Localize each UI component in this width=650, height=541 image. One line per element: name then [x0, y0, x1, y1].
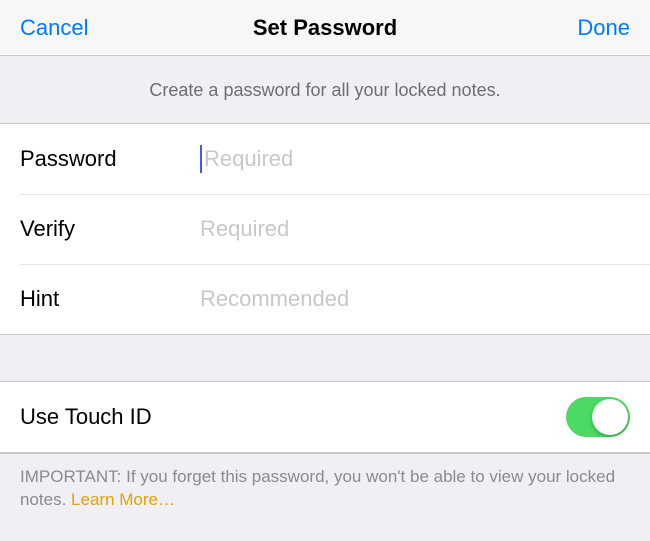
done-button[interactable]: Done: [571, 11, 636, 45]
touchid-group: Use Touch ID: [0, 381, 650, 453]
hint-row: Hint: [0, 264, 650, 334]
password-row: Password: [0, 124, 650, 194]
touchid-row: Use Touch ID: [0, 382, 650, 452]
hint-input[interactable]: [200, 286, 630, 312]
password-fields-group: Password Verify Hint: [0, 123, 650, 335]
verify-row: Verify: [0, 194, 650, 264]
password-input[interactable]: [200, 146, 630, 172]
section-subtitle: Create a password for all your locked no…: [0, 56, 650, 123]
verify-input[interactable]: [200, 216, 630, 242]
touchid-toggle[interactable]: [566, 397, 630, 437]
touchid-label: Use Touch ID: [20, 404, 152, 430]
learn-more-link[interactable]: Learn More…: [71, 490, 175, 509]
cancel-button[interactable]: Cancel: [14, 11, 94, 45]
hint-label: Hint: [20, 286, 200, 312]
page-title: Set Password: [0, 15, 650, 41]
footer-note: IMPORTANT: If you forget this password, …: [0, 453, 650, 512]
verify-label: Verify: [20, 216, 200, 242]
password-label: Password: [20, 146, 200, 172]
text-caret-icon: [200, 145, 202, 173]
navbar: Cancel Set Password Done: [0, 0, 650, 56]
switch-knob-icon: [592, 399, 628, 435]
group-spacer: [0, 335, 650, 381]
